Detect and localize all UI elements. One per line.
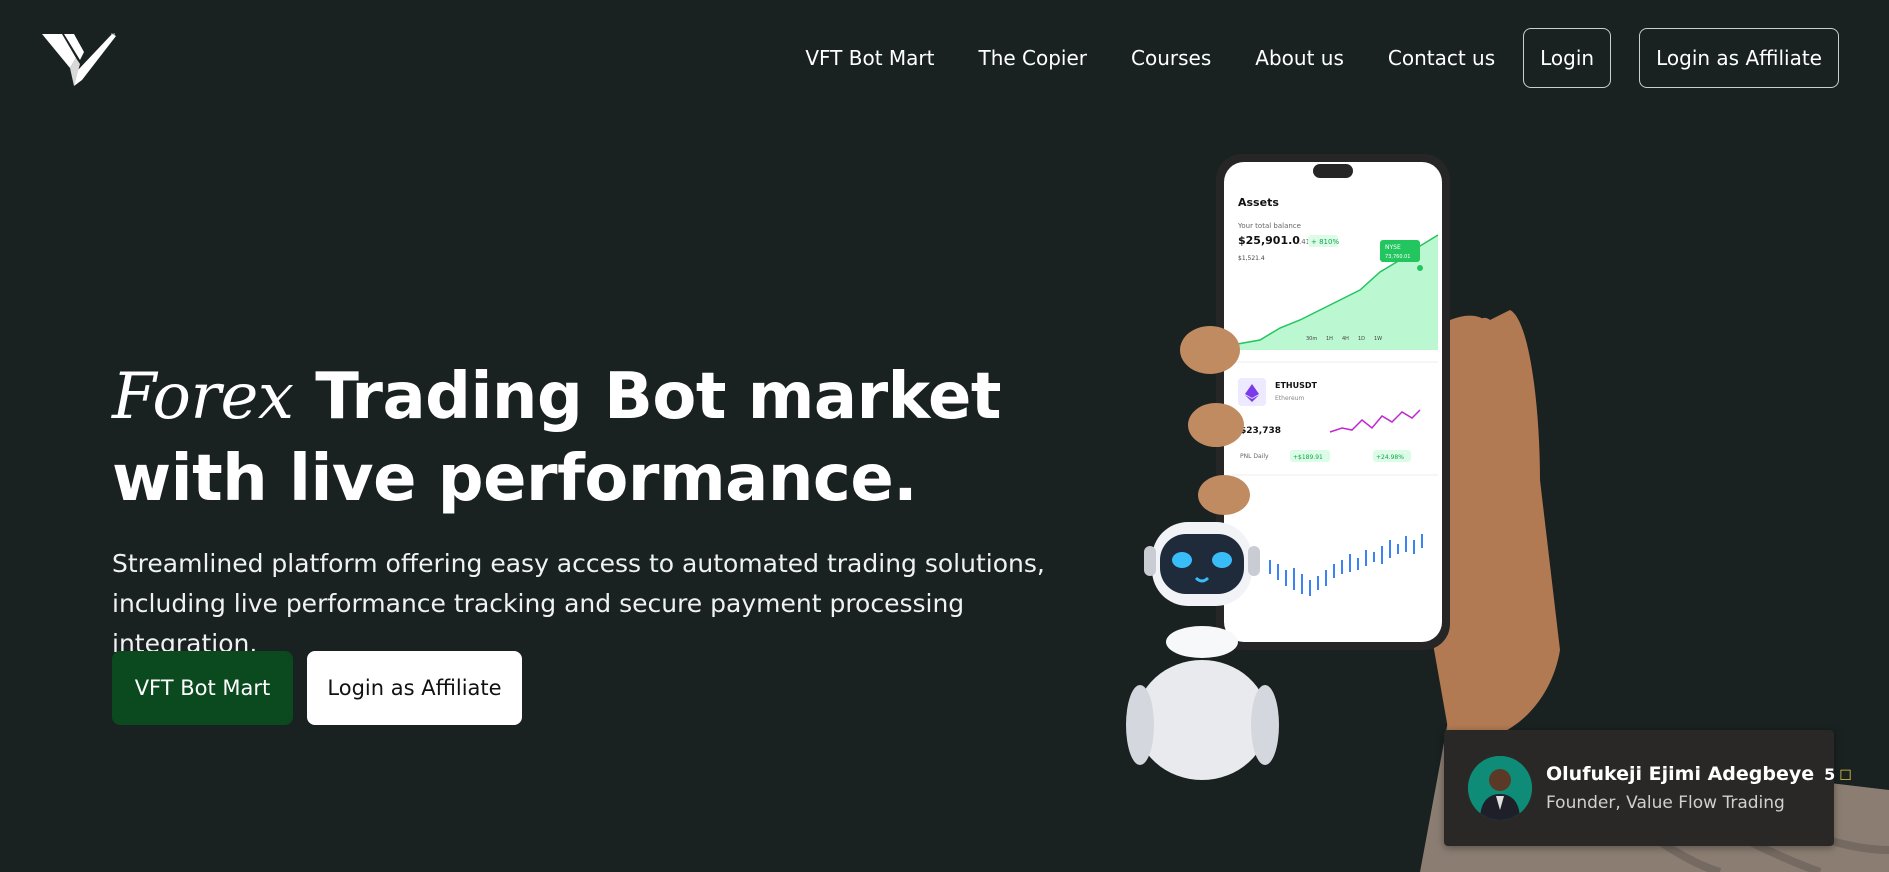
star-icon: ☐ — [1839, 768, 1852, 784]
phone-tab-30m: 30m — [1306, 336, 1317, 342]
hero-section: Forex Trading Bot market with live perfo… — [112, 356, 1092, 664]
founder-role: Founder, Value Flow Trading — [1546, 793, 1785, 813]
nav-item-courses[interactable]: Courses — [1131, 46, 1211, 70]
hero-title: Forex Trading Bot market with live perfo… — [112, 356, 1092, 520]
phone-tab-4h: 4H — [1342, 336, 1349, 342]
hero-cta-group: VFT Bot Mart Login as Affiliate — [112, 651, 522, 725]
phone-pnl-value: +$189.91 — [1293, 454, 1323, 461]
founder-info: Olufukeji Ejimi Adegbeye 5 ☐ Founder, Valu… — [1546, 763, 1852, 813]
robot-mascot-icon — [1126, 522, 1279, 780]
phone-asset-price: $23,738 — [1240, 426, 1281, 436]
founder-card: Olufukeji Ejimi Adegbeye 5 ☐ Founder, Valu… — [1444, 730, 1852, 846]
nav-item-the-copier[interactable]: The Copier — [978, 46, 1087, 70]
login-button[interactable]: Login — [1523, 28, 1612, 88]
founder-name-row: Olufukeji Ejimi Adegbeye 5 ☐ — [1546, 763, 1852, 785]
phone-tab-1h: 1H — [1326, 336, 1333, 342]
vft-logo-icon[interactable]: ™ — [40, 30, 120, 90]
phone-asset-symbol: ETHUSDT — [1275, 381, 1318, 390]
phone-pnl-percent: +24.98% — [1376, 454, 1404, 461]
login-affiliate-cta-button[interactable]: Login as Affiliate — [307, 651, 522, 725]
nav-item-contact-us[interactable]: Contact us — [1388, 46, 1495, 70]
login-affiliate-button[interactable]: Login as Affiliate — [1639, 28, 1839, 88]
phone-balance-label: Your total balance — [1237, 222, 1301, 230]
founder-name: Olufukeji Ejimi Adegbeye — [1546, 763, 1815, 785]
phone-balance: $25,901.0 — [1238, 234, 1300, 247]
founder-avatar — [1468, 756, 1532, 820]
phone-tab-1w: 1W — [1374, 336, 1382, 342]
nav-item-vft-bot-mart[interactable]: VFT Bot Mart — [805, 46, 934, 70]
main-nav: VFT Bot Mart The Copier Courses About us… — [761, 28, 1839, 88]
phone-tooltip-value: 73,760.01 — [1385, 254, 1410, 260]
vft-bot-mart-button[interactable]: VFT Bot Mart — [112, 651, 293, 725]
phone-balance-change: + 810% — [1311, 238, 1339, 246]
phone-header: Assets — [1238, 196, 1279, 209]
hero-title-script: Forex — [112, 360, 294, 434]
phone-sub-balance: $1,521.4 — [1238, 255, 1265, 262]
phone-pnl-label: PNL Daily — [1240, 453, 1269, 460]
svg-text:™: ™ — [110, 33, 116, 40]
hero-description: Streamlined platform offering easy acces… — [112, 549, 1045, 658]
phone-tooltip-label: NYSE — [1385, 244, 1401, 251]
phone-asset-name: Ethereum — [1275, 395, 1304, 402]
founder-rating: 5 — [1824, 765, 1836, 784]
nav-item-about-us[interactable]: About us — [1255, 46, 1344, 70]
phone-tab-1d: 1D — [1358, 336, 1365, 342]
